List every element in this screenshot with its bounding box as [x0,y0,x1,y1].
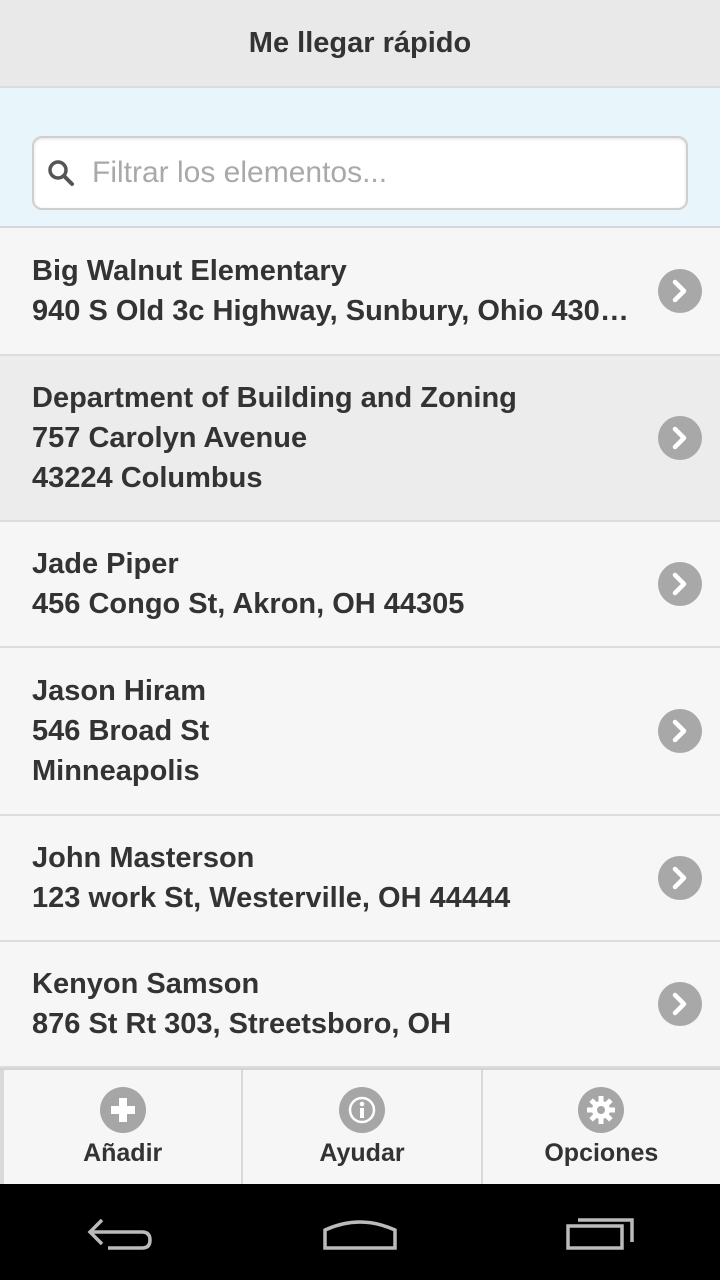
tab-label: Añadir [83,1138,163,1167]
item-address: 456 Congo St, Akron, OH 44305 [32,588,465,620]
search-icon [46,158,76,188]
chevron-right-icon[interactable] [658,269,702,313]
item-name: Department of Building and Zoning [32,382,517,414]
item-name: Big Walnut Elementary [32,255,347,287]
chevron-right-icon[interactable] [658,416,702,460]
chevron-right-icon[interactable] [658,562,702,606]
item-city: 43224 Columbus [32,462,263,494]
address-list: Big Walnut Elementary 940 S Old 3c Highw… [0,228,720,1068]
plus-icon [99,1086,146,1133]
gear-icon [578,1086,625,1133]
back-icon[interactable] [65,1202,175,1262]
item-name: Kenyon Samson [32,968,260,1000]
system-nav-bar [0,1184,720,1280]
home-icon[interactable] [305,1202,415,1262]
item-name: John Masterson [32,842,255,874]
list-item[interactable]: John Masterson 123 work St, Westerville,… [0,816,720,942]
item-name: Jason Hiram [32,675,207,707]
recent-apps-icon[interactable] [545,1202,655,1262]
tab-options[interactable]: Opciones [480,1070,720,1184]
item-city: Minneapolis [32,755,200,787]
item-address: 757 Carolyn Avenue [32,422,308,454]
tab-label: Opciones [544,1138,659,1167]
search-box[interactable] [32,136,688,210]
search-input[interactable] [92,156,652,190]
list-item[interactable]: Jason Hiram 546 Broad St Minneapolis [0,648,720,816]
bottom-tab-bar: Añadir Ayudar Opciones [0,1068,720,1184]
list-item[interactable]: Big Walnut Elementary 940 S Old 3c Highw… [0,228,720,356]
tab-label: Ayudar [319,1138,405,1167]
chevron-right-icon[interactable] [658,982,702,1026]
chevron-right-icon[interactable] [658,856,702,900]
tab-help[interactable]: Ayudar [241,1070,480,1184]
list-item[interactable]: Department of Building and Zoning 757 Ca… [0,356,720,522]
item-address: 123 work St, Westerville, OH 44444 [32,882,511,914]
item-address: 546 Broad St [32,715,210,747]
chevron-right-icon[interactable] [658,709,702,753]
info-icon [338,1086,385,1133]
search-area [0,88,720,228]
tab-add[interactable]: Añadir [0,1070,241,1184]
item-name: Jade Piper [32,548,179,580]
app-header: Me llegar rápido [0,0,720,88]
page-title: Me llegar rápido [248,26,472,59]
item-address: 876 St Rt 303, Streetsboro, OH [32,1008,452,1040]
list-item[interactable]: Kenyon Samson 876 St Rt 303, Streetsboro… [0,942,720,1068]
item-address: 940 S Old 3c Highway, Sunbury, Ohio 4307… [32,295,630,327]
list-item[interactable]: Jade Piper 456 Congo St, Akron, OH 44305 [0,522,720,648]
